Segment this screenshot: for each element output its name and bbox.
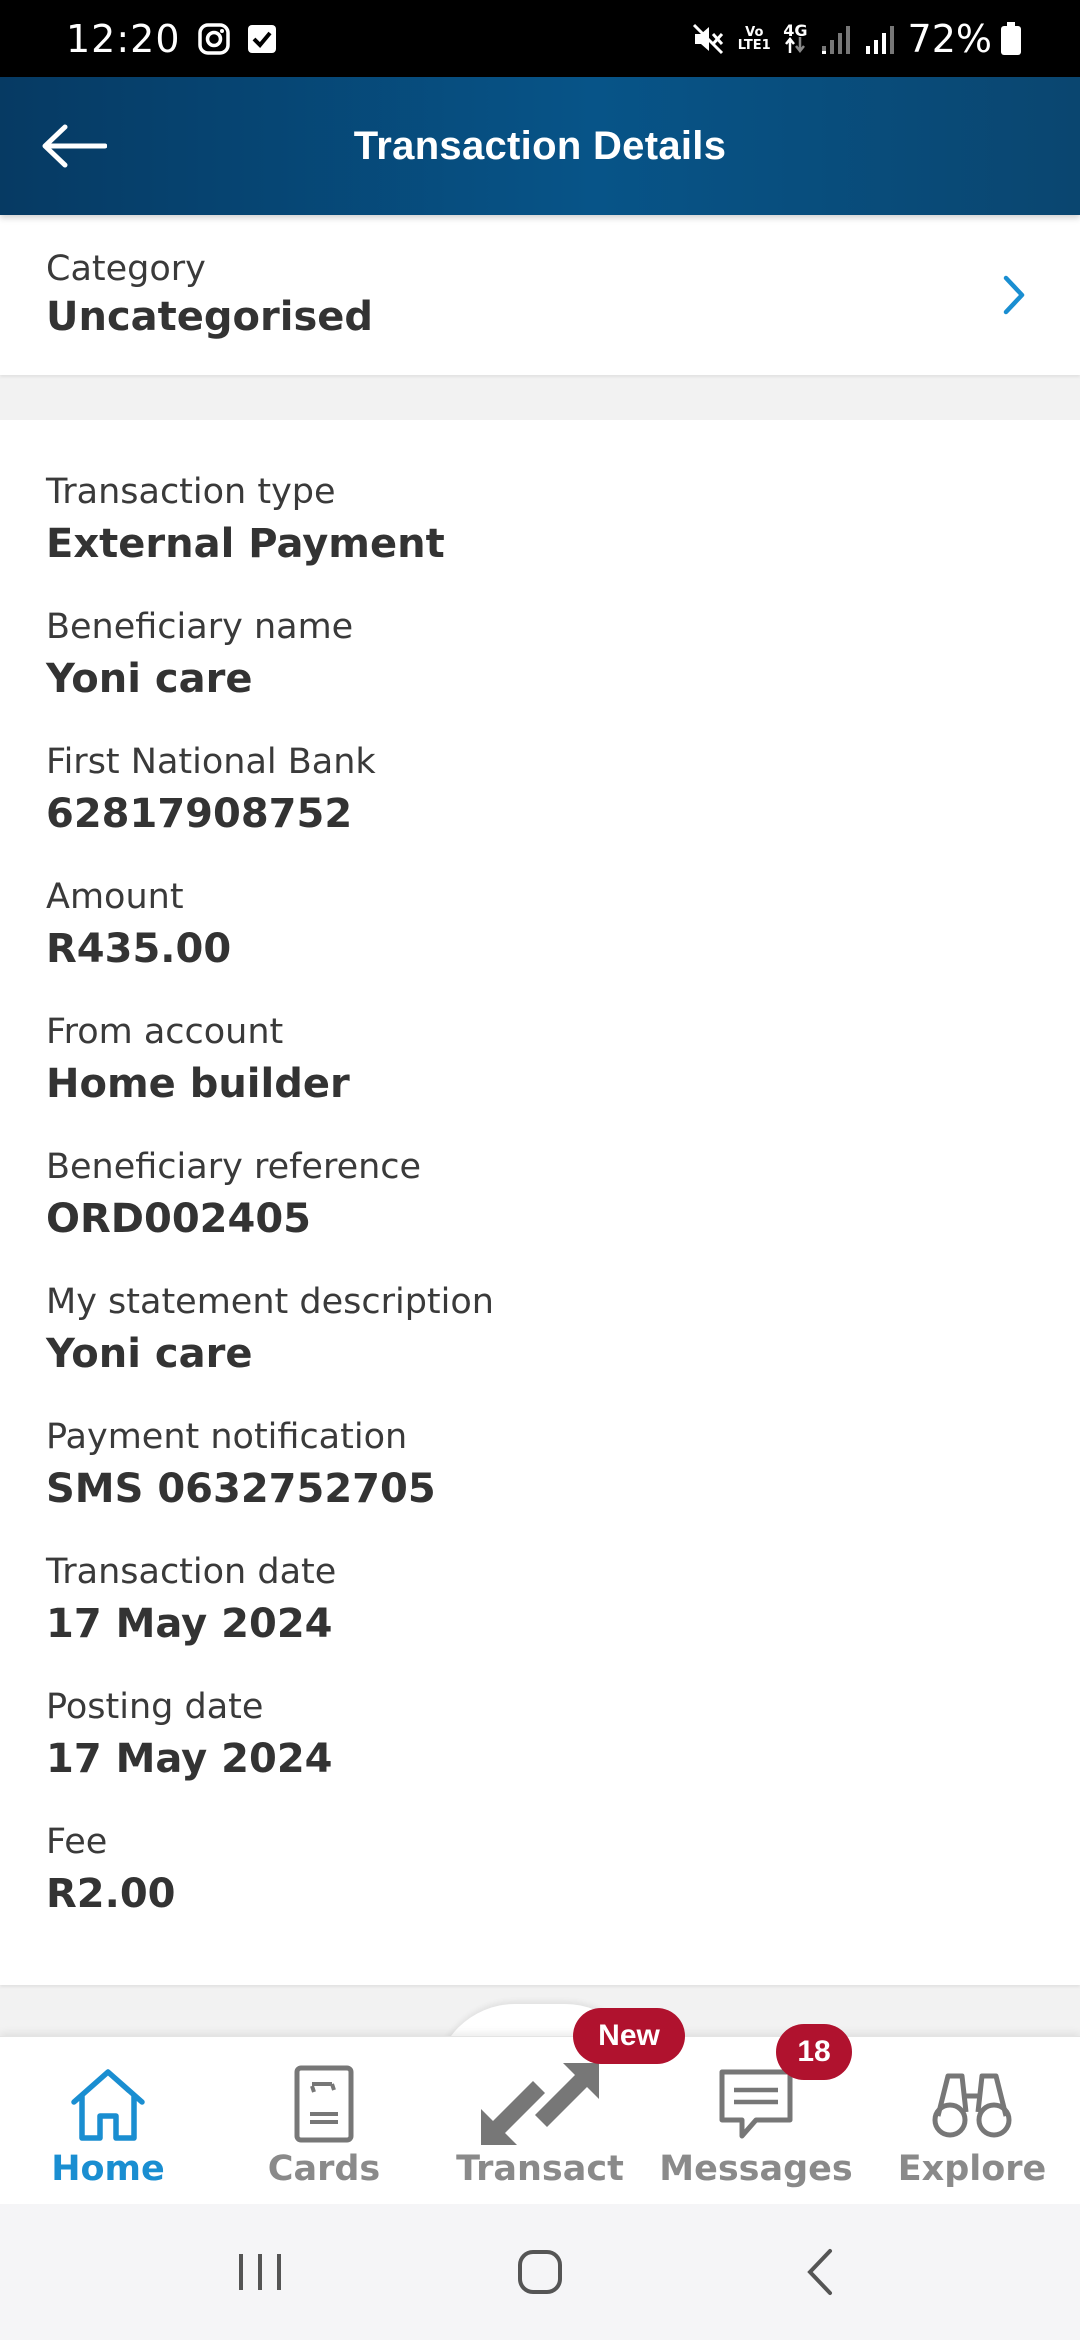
detail-label: Payment notification bbox=[46, 1417, 408, 1457]
detail-label: From account bbox=[46, 1012, 284, 1052]
home-icon bbox=[66, 2059, 150, 2149]
transaction-details-card: Transaction type External Payment Benefi… bbox=[0, 420, 1080, 1985]
detail-label: Beneficiary reference bbox=[46, 1147, 422, 1187]
nav-label-home: Home bbox=[51, 2149, 165, 2189]
signal-sim2-icon bbox=[864, 24, 896, 54]
nav-label-transact: Transact bbox=[456, 2149, 624, 2189]
detail-value: 17 May 2024 bbox=[46, 1601, 333, 1647]
detail-label: Transaction date bbox=[46, 1552, 337, 1592]
detail-bank-account: First National Bank 62817908752 bbox=[46, 740, 1034, 875]
detail-label: Amount bbox=[46, 877, 184, 917]
category-row[interactable]: Category Uncategorised bbox=[0, 215, 1080, 375]
back-system-button[interactable] bbox=[770, 2232, 870, 2312]
detail-value: R2.00 bbox=[46, 1871, 176, 1917]
detail-label: My statement description bbox=[46, 1282, 494, 1322]
instagram-icon bbox=[197, 22, 231, 56]
bottom-nav: Home Cards Transact Messages Explore bbox=[0, 2036, 1080, 2204]
detail-label: Beneficiary name bbox=[46, 607, 354, 647]
home-circle-icon bbox=[518, 2250, 562, 2294]
transact-arrows-icon bbox=[475, 2059, 605, 2149]
battery-icon bbox=[1000, 21, 1022, 56]
nav-label-messages: Messages bbox=[659, 2149, 853, 2189]
battery-percent: 72% bbox=[907, 16, 992, 61]
binoculars-icon bbox=[930, 2059, 1014, 2149]
volte-label: Vo LTE1 bbox=[737, 24, 771, 53]
detail-fee: Fee R2.00 bbox=[46, 1820, 1034, 1955]
back-button[interactable] bbox=[38, 110, 110, 182]
detail-value: ORD002405 bbox=[46, 1196, 311, 1242]
detail-statement-description: My statement description Yoni care bbox=[46, 1280, 1034, 1415]
detail-payment-notification: Payment notification SMS 0632752705 bbox=[46, 1415, 1034, 1550]
messages-count-badge: 18 bbox=[776, 2024, 852, 2080]
network-4g-label: 4G bbox=[783, 21, 808, 40]
detail-label: Posting date bbox=[46, 1687, 264, 1727]
detail-value: R435.00 bbox=[46, 926, 232, 972]
card-icon bbox=[292, 2059, 356, 2149]
checkbox-notification-icon bbox=[247, 24, 277, 54]
system-nav-bar bbox=[0, 2204, 1080, 2340]
category-value: Uncategorised bbox=[46, 294, 374, 340]
detail-label: First National Bank bbox=[46, 742, 376, 782]
chevron-right-icon bbox=[990, 271, 1038, 319]
detail-value: Yoni care bbox=[46, 1331, 253, 1377]
detail-transaction-date: Transaction date 17 May 2024 bbox=[46, 1550, 1034, 1685]
detail-from-account: From account Home builder bbox=[46, 1010, 1034, 1145]
detail-value: 17 May 2024 bbox=[46, 1736, 333, 1782]
nav-home[interactable]: Home bbox=[0, 2037, 216, 2205]
detail-beneficiary-name: Beneficiary name Yoni care bbox=[46, 605, 1034, 740]
home-system-button[interactable] bbox=[490, 2232, 590, 2312]
back-chevron-icon bbox=[807, 2249, 832, 2295]
category-label: Category bbox=[46, 249, 206, 289]
detail-value: 62817908752 bbox=[46, 791, 353, 837]
recent-apps-icon bbox=[239, 2254, 281, 2290]
detail-value: Home builder bbox=[46, 1061, 350, 1107]
detail-value: SMS 0632752705 bbox=[46, 1466, 436, 1512]
page-title: Transaction Details bbox=[353, 123, 727, 168]
detail-value: External Payment bbox=[46, 521, 445, 567]
nav-label-explore: Explore bbox=[897, 2149, 1047, 2189]
nav-explore[interactable]: Explore bbox=[864, 2037, 1080, 2205]
detail-beneficiary-reference: Beneficiary reference ORD002405 bbox=[46, 1145, 1034, 1280]
detail-label: Transaction type bbox=[46, 472, 336, 512]
detail-transaction-type: Transaction type External Payment bbox=[46, 470, 1034, 605]
detail-label: Fee bbox=[46, 1822, 108, 1862]
status-bar: 12:20 Vo LTE1 4G 72% bbox=[0, 0, 1080, 77]
page: 12:20 Vo LTE1 4G 72% Transaction Details… bbox=[0, 0, 1080, 2340]
recent-apps-button[interactable] bbox=[210, 2232, 310, 2312]
signal-sim1-icon bbox=[820, 24, 852, 54]
detail-amount: Amount R435.00 bbox=[46, 875, 1034, 1010]
nav-cards[interactable]: Cards bbox=[216, 2037, 432, 2205]
detail-posting-date: Posting date 17 May 2024 bbox=[46, 1685, 1034, 1820]
status-time: 12:20 bbox=[66, 16, 181, 61]
arrow-left-icon bbox=[42, 124, 107, 168]
transact-new-badge: New bbox=[573, 2008, 685, 2064]
app-header: Transaction Details bbox=[0, 77, 1080, 215]
network-4g-icon: 4G bbox=[783, 21, 808, 53]
nav-label-cards: Cards bbox=[267, 2149, 381, 2189]
mute-icon bbox=[691, 22, 725, 56]
detail-value: Yoni care bbox=[46, 656, 253, 702]
